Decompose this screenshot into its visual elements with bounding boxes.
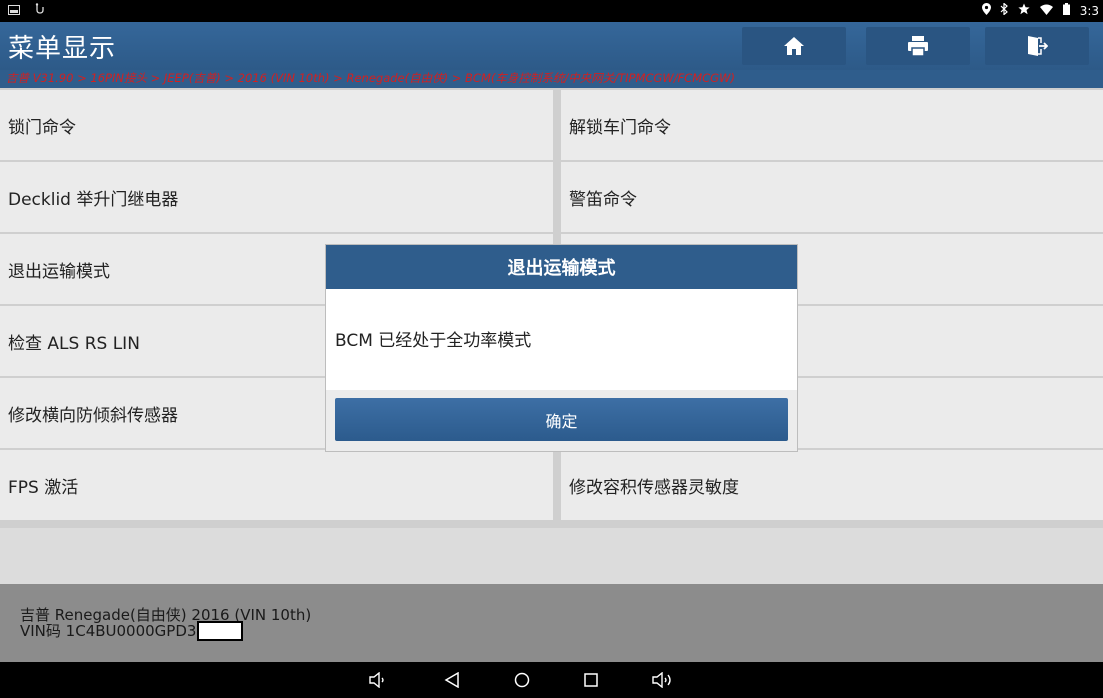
usb-icon: [34, 3, 46, 19]
menu-item-volume-sensor-sensitivity[interactable]: 修改容积传感器灵敏度: [561, 450, 1103, 520]
exit-transport-mode-dialog: 退出运输模式 BCM 已经处于全功率模式 确定: [326, 245, 797, 451]
menu-item-fps-activate[interactable]: FPS 激活: [0, 450, 553, 520]
volume-down-icon: [369, 672, 384, 688]
circle-home-icon: [514, 672, 530, 688]
print-button[interactable]: [866, 27, 970, 65]
exit-icon: [1028, 36, 1048, 56]
app-bar: 菜单显示: [0, 22, 1103, 70]
vehicle-info-footer: 吉普 Renegade(自由侠) 2016 (VIN 10th) VIN码 1C…: [0, 584, 1103, 662]
breadcrumb: 吉普 V31.90 > 16PIN接头 > JEEP(吉普) > 2016 (V…: [0, 70, 1103, 88]
volume-up-icon: [652, 672, 671, 688]
home-icon: [784, 37, 804, 55]
home-button[interactable]: [742, 27, 846, 65]
back-button[interactable]: [440, 668, 464, 692]
battery-icon: [1062, 3, 1074, 18]
menu-item-horn[interactable]: 警笛命令: [561, 162, 1103, 232]
volume-down-button[interactable]: [366, 668, 390, 692]
vin-redaction-box: [197, 621, 244, 641]
ok-button[interactable]: 确定: [335, 398, 788, 441]
star-icon: [1018, 3, 1034, 18]
android-nav-bar: [0, 662, 1103, 698]
menu-item-decklid-relay[interactable]: Decklid 举升门继电器: [0, 162, 553, 232]
recents-button[interactable]: [579, 668, 603, 692]
dialog-title: 退出运输模式: [326, 245, 797, 289]
location-icon: [981, 3, 995, 18]
wifi-icon: [1040, 4, 1057, 18]
square-recents-icon: [584, 673, 598, 687]
image-icon: [8, 4, 24, 19]
dialog-footer: 确定: [326, 390, 797, 451]
dialog-message: BCM 已经处于全功率模式: [335, 331, 532, 351]
bluetooth-icon: [1000, 2, 1012, 18]
clock-time: 3:3: [1079, 4, 1099, 18]
home-nav-button[interactable]: [510, 668, 534, 692]
vin-number: VIN码 1C4BU0000GPD3: [20, 622, 197, 640]
menu-item-unlock-doors[interactable]: 解锁车门命令: [561, 90, 1103, 160]
back-icon: [444, 672, 459, 688]
exit-button[interactable]: [985, 27, 1089, 65]
print-icon: [908, 36, 928, 57]
status-bar: 3:3: [0, 0, 1103, 22]
volume-up-button[interactable]: [649, 668, 677, 692]
menu-item-lock-doors[interactable]: 锁门命令: [0, 90, 553, 160]
empty-row: [0, 528, 1103, 584]
page-title: 菜单显示: [8, 34, 117, 64]
